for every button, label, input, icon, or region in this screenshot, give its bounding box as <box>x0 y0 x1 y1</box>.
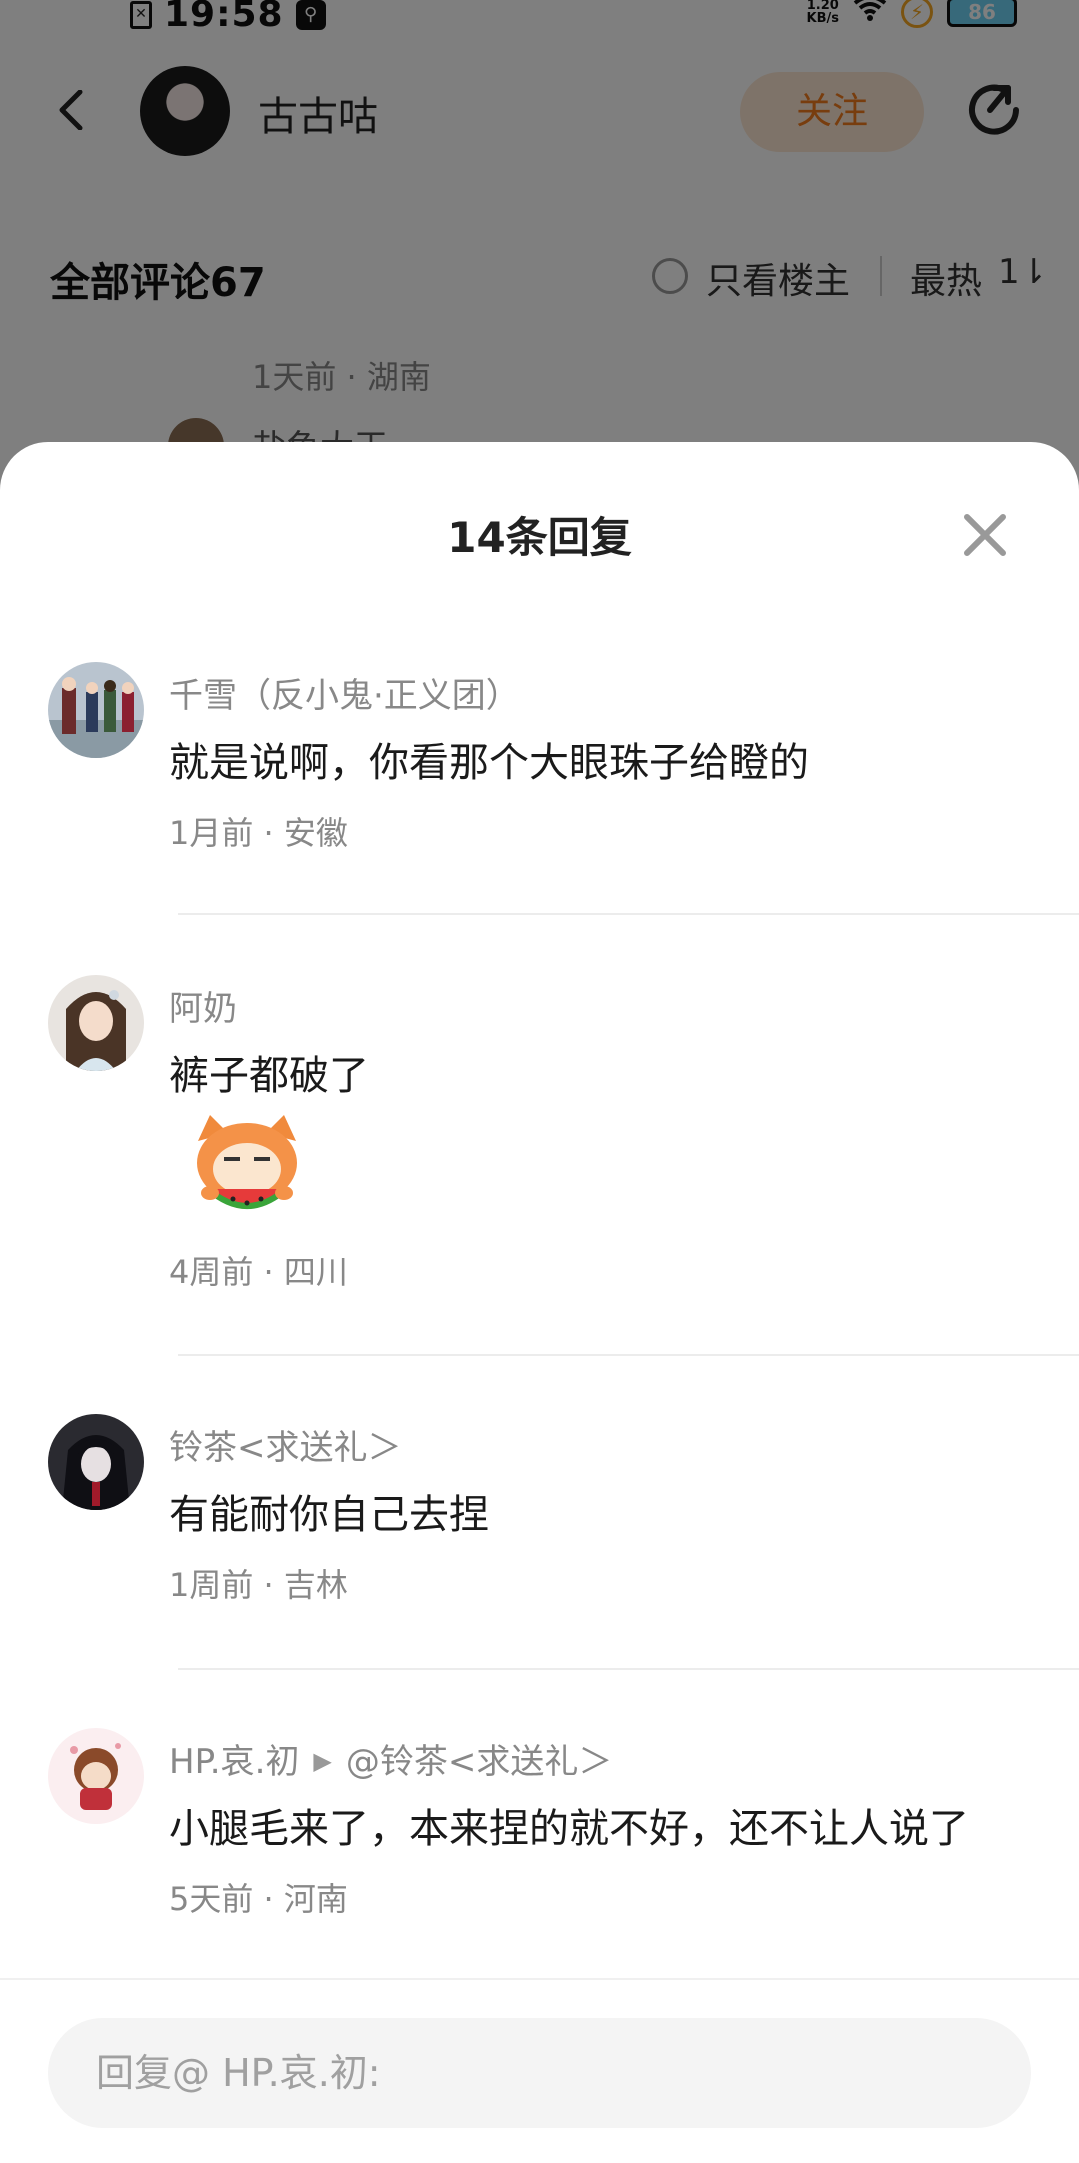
reply-content: 有能耐你自己去捏 <box>169 1492 489 1538</box>
avatar-girl-bob[interactable] <box>48 975 144 1071</box>
reply-divider <box>178 1354 1079 1356</box>
reply-author[interactable]: HP.哀.初 ▶ @铃茶<求送礼＞ <box>169 1734 612 1783</box>
close-icon[interactable] <box>962 512 1008 558</box>
avatar-chibi-doll[interactable] <box>48 1728 144 1824</box>
reply-meta: 1月前 · 安徽 <box>169 814 348 852</box>
reply-item[interactable]: HP.哀.初 ▶ @铃茶<求送礼＞ 小腿毛来了，本来捏的就不好，还不让人说了 5天前… <box>0 1728 1079 1948</box>
reply-meta: 5天前 · 河南 <box>169 1880 348 1918</box>
reply-author[interactable]: 千雪（反小鬼·正义团） <box>169 668 520 717</box>
reply-bar <box>0 1978 1079 2163</box>
reply-author[interactable]: 铃茶<求送礼＞ <box>169 1420 402 1469</box>
watermelon-cat-sticker[interactable] <box>188 1111 306 1219</box>
replies-sheet: 14条回复 千雪（反小鬼·正义团） 就是说啊，你看那个大眼珠子给瞪的 1月前 ·… <box>0 442 1079 2163</box>
reply-to-arrow-icon: ▶ <box>313 1747 332 1775</box>
reply-item[interactable]: 千雪（反小鬼·正义团） 就是说啊，你看那个大眼珠子给瞪的 1月前 · 安徽 <box>0 662 1079 882</box>
reply-author-name[interactable]: 千雪（反小鬼·正义团） <box>169 676 520 716</box>
reply-to-user[interactable]: @铃茶<求送礼＞ <box>346 1742 613 1782</box>
reply-content: 小腿毛来了，本来捏的就不好，还不让人说了 <box>169 1806 969 1852</box>
reply-meta: 1周前 · 吉林 <box>169 1566 348 1604</box>
sheet-title: 14条回复 <box>447 513 632 562</box>
avatar-school-characters[interactable] <box>48 662 144 758</box>
reply-divider <box>178 1668 1079 1670</box>
reply-divider <box>178 913 1079 915</box>
reply-content: 裤子都破了 <box>169 1053 369 1099</box>
reply-meta: 4周前 · 四川 <box>169 1253 348 1291</box>
reply-author-name[interactable]: HP.哀.初 <box>169 1742 299 1782</box>
reply-author[interactable]: 阿奶 <box>169 981 237 1030</box>
avatar-dark-anime[interactable] <box>48 1414 144 1510</box>
reply-item[interactable]: 铃茶<求送礼＞ 有能耐你自己去捏 1周前 · 吉林 <box>0 1414 1079 1634</box>
reply-author-name[interactable]: 阿奶 <box>169 989 237 1029</box>
reply-author-name[interactable]: 铃茶<求送礼＞ <box>169 1428 402 1468</box>
reply-input[interactable] <box>48 2018 1031 2128</box>
reply-content: 就是说啊，你看那个大眼珠子给瞪的 <box>169 740 809 786</box>
reply-item[interactable]: 阿奶 裤子都破了 4周前 · 四川 <box>0 975 1079 1295</box>
